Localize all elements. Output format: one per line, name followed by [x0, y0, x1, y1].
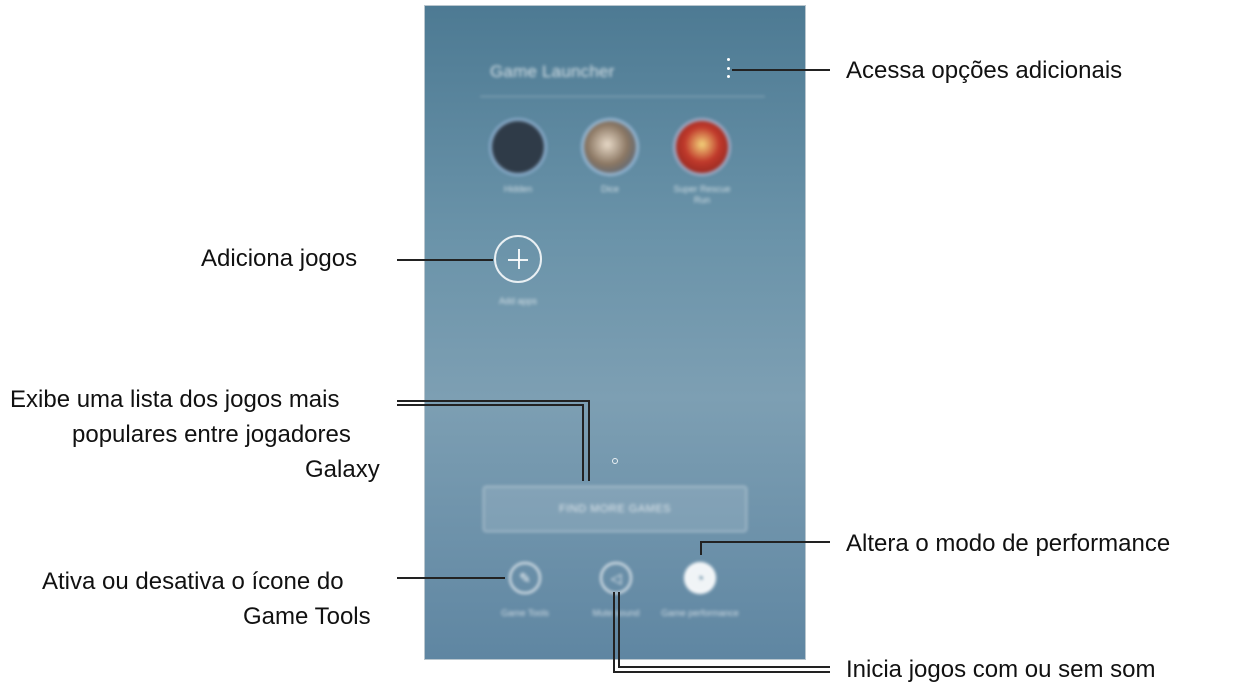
- add-games-label: Add apps: [498, 296, 538, 306]
- game-tools-label: Game Tools: [501, 608, 549, 618]
- add-games-button[interactable]: [494, 235, 542, 283]
- popular-leader-line-h2: [397, 404, 583, 406]
- mute-sound-label: Mute sound: [592, 608, 640, 618]
- sound-leader-line-h: [613, 671, 830, 673]
- game-label: Hidden: [503, 184, 533, 194]
- sound-leader-line-h2: [618, 666, 830, 668]
- popular-leader-line-v: [588, 400, 590, 481]
- game-tools-icon: ✎: [509, 562, 541, 594]
- performance-icon: ◔: [684, 562, 716, 594]
- tools-callout-line2: Game Tools: [243, 603, 371, 630]
- game-tools-toggle[interactable]: ✎ Game Tools: [485, 562, 565, 619]
- add-games-callout: Adiciona jogos: [201, 245, 358, 272]
- game-label: Super Rescue Run: [673, 184, 731, 205]
- options-leader-line: [732, 69, 830, 71]
- performance-leader-line-h: [700, 541, 830, 543]
- game-item-2[interactable]: Dice: [575, 118, 645, 195]
- popular-callout-line2: populares entre jogadores: [72, 421, 351, 448]
- performance-label: Game performance: [661, 608, 739, 618]
- performance-callout: Altera o modo de performance: [846, 530, 1171, 557]
- tools-callout-line1: Ativa ou desativa o ícone do: [42, 568, 344, 595]
- page-indicator: [612, 458, 618, 464]
- sound-callout: Inicia jogos com ou sem som: [846, 656, 1156, 683]
- popular-leader-line-v2: [582, 404, 584, 481]
- mute-sound-toggle[interactable]: ◁ Mute sound: [576, 562, 656, 619]
- game-launcher-screen: Game Launcher Hidden Dice Super Rescue R…: [425, 6, 805, 659]
- mute-icon: ◁: [600, 562, 632, 594]
- find-more-games-button[interactable]: FIND MORE GAMES: [483, 486, 747, 532]
- popular-leader-line-h: [397, 400, 589, 402]
- game-performance-button[interactable]: ◔ Game performance: [660, 562, 740, 619]
- options-callout: Acessa opções adicionais: [846, 57, 1123, 84]
- popular-callout-line1: Exibe uma lista dos jogos mais: [10, 386, 340, 413]
- game-label: Dice: [600, 184, 619, 194]
- game-item-3[interactable]: Super Rescue Run: [667, 118, 737, 206]
- game-item-1[interactable]: Hidden: [483, 118, 553, 195]
- tools-leader-line: [397, 577, 505, 579]
- launcher-title: Game Launcher: [490, 62, 615, 81]
- game-icon: [581, 118, 639, 176]
- more-options-icon[interactable]: [725, 58, 731, 78]
- game-icon: [673, 118, 731, 176]
- performance-leader-line-v: [700, 541, 702, 555]
- sound-leader-line-v2: [618, 592, 620, 667]
- popular-callout-line3: Galaxy: [305, 456, 380, 483]
- add-games-leader-line: [397, 259, 493, 261]
- game-icon: [489, 118, 547, 176]
- header-divider: [480, 96, 765, 97]
- sound-leader-line-v: [613, 592, 615, 672]
